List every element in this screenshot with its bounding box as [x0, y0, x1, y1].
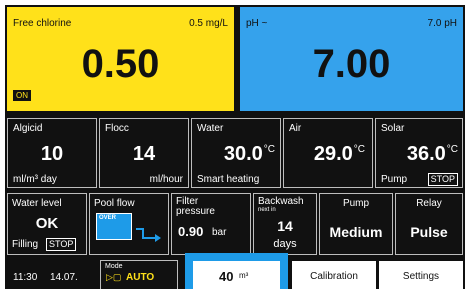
volume-value: 40	[219, 269, 234, 284]
solar-pump-stop-button[interactable]: STOP	[427, 173, 458, 186]
calibration-button[interactable]: Calibration	[292, 261, 376, 289]
flocc-unit: ml/hour	[149, 174, 183, 185]
air-temp-label: Air	[289, 123, 302, 134]
backwash-unit: days	[273, 238, 297, 250]
relay-cell[interactable]: Relay Pulse	[395, 193, 463, 255]
air-temp-reading: 29.0°C	[314, 143, 365, 166]
volume-unit: m³	[239, 271, 249, 280]
solar-temp-value: 36.0	[406, 143, 446, 165]
filling-label: Filling	[12, 239, 39, 250]
chlorine-status-badge: ON	[13, 90, 31, 101]
flocc-value: 14	[132, 143, 156, 165]
pump-cell[interactable]: Pump Medium	[319, 193, 393, 255]
pump-speed-value: Medium	[329, 224, 383, 240]
water-temp-label: Water	[197, 123, 224, 134]
filter-pressure-value: 0.90	[178, 224, 204, 239]
chlorine-setpoint: 0.5 mg/L	[189, 18, 228, 29]
mode-label: Mode	[105, 263, 123, 270]
air-temp-cell[interactable]: Air 29.0°C	[283, 118, 373, 188]
mode-button[interactable]: Mode ▷▢ AUTO	[100, 260, 178, 289]
algicid-value: 10	[40, 143, 64, 165]
relay-label: Relay	[416, 198, 442, 209]
flocc-label: Flocc	[105, 123, 129, 134]
chlorine-value: 0.50	[81, 42, 160, 86]
chlorine-label: Free chlorine	[13, 18, 72, 29]
solar-temp-label: Solar	[381, 123, 405, 134]
backwash-cell[interactable]: Backwash next in 14 days	[253, 193, 317, 255]
flow-arrow-icon	[136, 228, 161, 242]
chlorine-panel[interactable]: Free chlorine 0.5 mg/L 0.50 ON	[7, 7, 234, 111]
water-level-value: OK	[35, 215, 59, 232]
solar-temp-cell[interactable]: Solar 36.0°C Pump STOP	[375, 118, 463, 188]
pump-label: Pump	[342, 198, 370, 209]
filter-pressure-label: pressure	[176, 206, 215, 217]
overflow-tag: OVER	[99, 215, 117, 221]
water-temp-value: 30.0	[223, 143, 263, 165]
relay-mode-value: Pulse	[410, 224, 448, 240]
algicid-unit: ml/m³ day	[13, 174, 57, 185]
flocc-cell[interactable]: Flocc 14 ml/hour	[99, 118, 189, 188]
backwash-label: Backwash	[258, 196, 304, 207]
ph-value: 7.00	[312, 42, 391, 86]
ph-label: pH ~	[246, 18, 268, 29]
water-level-cell[interactable]: Water level OK Filling STOP	[7, 193, 87, 255]
ph-panel[interactable]: pH ~ 7.0 pH 7.00	[240, 7, 463, 111]
pool-flow-label: Pool flow	[94, 198, 135, 209]
algicid-cell[interactable]: Algicid 10 ml/m³ day	[7, 118, 97, 188]
water-temp-degree: °C	[263, 144, 275, 155]
pool-flow-cell[interactable]: Pool flow OVER	[89, 193, 169, 255]
algicid-label: Algicid	[13, 123, 43, 134]
filter-pressure-cell[interactable]: Filter pressure 0.90 bar	[171, 193, 251, 255]
backwash-value: 14	[277, 218, 293, 234]
filling-stop-button[interactable]: STOP	[46, 238, 77, 251]
calibration-label: Calibration	[310, 271, 358, 282]
pool-controller-screen: Free chlorine 0.5 mg/L 0.50 ON pH ~ 7.0 …	[5, 5, 465, 289]
solar-pump-label: Pump	[381, 174, 408, 185]
mode-value: AUTO	[126, 272, 155, 283]
water-temp-cell[interactable]: Water 30.0°C Smart heating	[191, 118, 281, 188]
clock-date: 14.07.	[50, 272, 78, 283]
filter-pressure-unit: bar	[212, 227, 227, 238]
smart-heating-label: Smart heating	[197, 174, 260, 185]
solar-temp-degree: °C	[446, 144, 458, 155]
air-temp-degree: °C	[353, 144, 365, 155]
water-temp-reading: 30.0°C	[224, 143, 275, 166]
overflow-tank-icon: OVER	[96, 213, 132, 240]
air-temp-value: 29.0	[313, 143, 353, 165]
solar-temp-reading: 36.0°C	[407, 143, 458, 166]
settings-label: Settings	[402, 271, 440, 282]
settings-button[interactable]: Settings	[379, 261, 463, 289]
mode-play-icon: ▷▢	[106, 272, 122, 282]
ph-setpoint: 7.0 pH	[427, 18, 457, 29]
backwash-next-label: next in	[258, 207, 276, 213]
clock-time: 11:30	[13, 272, 38, 283]
water-level-label: Water level	[12, 198, 62, 209]
volume-button[interactable]: 40 m³	[193, 261, 280, 289]
